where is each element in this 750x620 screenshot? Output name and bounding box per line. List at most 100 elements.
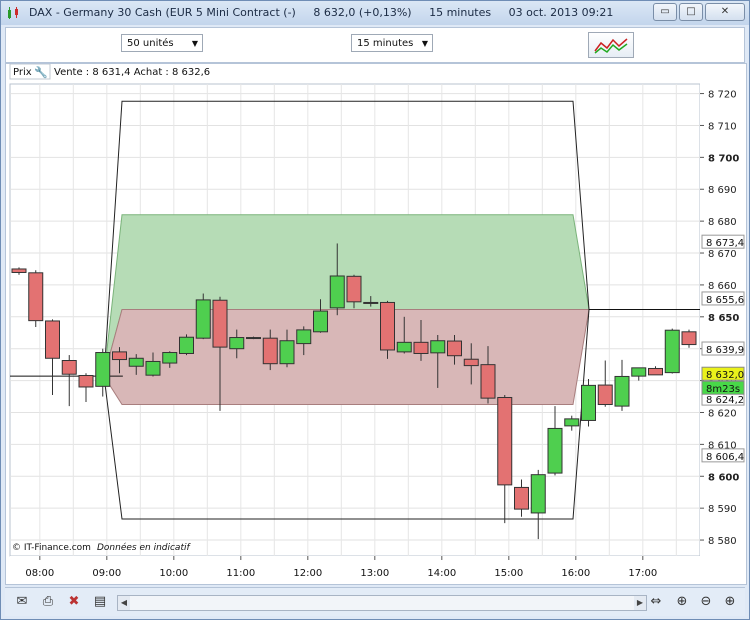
x-tick-label: 14:00: [427, 568, 456, 579]
prix-label: Prix: [13, 67, 32, 78]
disclaimer-text: Données en indicatif: [97, 542, 191, 553]
x-tick-label: 08:00: [25, 568, 54, 579]
candle-bullish[interactable]: [547, 427, 563, 474]
price-chart[interactable]: 8 720 8 710 8 700 8 690 8 680 8 670 8 660 8 650…: [6, 63, 746, 584]
x-tick-label: 17:00: [628, 568, 657, 579]
candle-bearish[interactable]: [112, 351, 127, 361]
chart-toolbar: 50 unités ▼ 15 minutes ▼: [5, 27, 745, 63]
candle-bearish[interactable]: [413, 341, 429, 354]
candle-bearish[interactable]: [28, 272, 44, 322]
delete-icon[interactable]: ✖: [65, 593, 83, 611]
zoom-reset-icon[interactable]: ⊕: [673, 593, 691, 611]
candle-bullish[interactable]: [195, 299, 211, 339]
candle-bullish[interactable]: [279, 340, 295, 365]
level-label: 8 673,4: [706, 238, 744, 249]
restore-button[interactable]: □: [679, 3, 703, 21]
candle-bearish[interactable]: [45, 320, 60, 359]
level-label: 8 606,4: [706, 452, 744, 463]
level-label: 8 639,9: [706, 345, 744, 356]
candle-bullish[interactable]: [363, 301, 379, 304]
y-tick-label: 8 720: [708, 90, 737, 101]
y-tick-label: 8 710: [708, 121, 737, 132]
candle-bullish[interactable]: [631, 367, 647, 377]
candle-bearish[interactable]: [480, 364, 496, 399]
fit-width-icon[interactable]: ⇔: [647, 593, 665, 611]
candle-bearish[interactable]: [61, 360, 77, 375]
y-tick-label: 8 620: [708, 408, 737, 419]
y-tick-label: 8 680: [708, 217, 737, 228]
indicators-button[interactable]: [588, 32, 634, 58]
zoom-in-icon[interactable]: ⊕: [721, 593, 739, 611]
y-tick-label: 8 700: [708, 153, 739, 164]
candle-bearish[interactable]: [262, 337, 278, 365]
y-tick-label: 8 600: [708, 472, 739, 483]
candle-bearish[interactable]: [681, 331, 697, 346]
current-price-label: 8 632,0: [706, 370, 744, 381]
candle-bearish[interactable]: [514, 486, 529, 510]
x-tick-label: 15:00: [494, 568, 523, 579]
export-icon[interactable]: ▤: [91, 593, 109, 611]
candle-bearish[interactable]: [246, 337, 261, 340]
app-chart-icon: [8, 7, 18, 19]
title-interval: 15 minutes: [429, 6, 492, 19]
window-title: DAX - Germany 30 Cash (EUR 5 Mini Contra…: [29, 6, 627, 19]
candle-bullish[interactable]: [296, 329, 312, 345]
candle-bullish[interactable]: [145, 360, 161, 376]
y-tick-label: 8 590: [708, 504, 737, 515]
y-tick-label: 8 690: [708, 185, 737, 196]
candle-bearish[interactable]: [648, 367, 663, 376]
close-button[interactable]: ✕: [705, 3, 745, 21]
x-tick-label: 09:00: [92, 568, 121, 579]
scroll-left-icon[interactable]: ◀: [118, 596, 130, 610]
chart-area[interactable]: 8 720 8 710 8 700 8 690 8 680 8 670 8 660 8 650…: [5, 63, 747, 585]
y-tick-label: 8 660: [708, 281, 737, 292]
candle-bullish[interactable]: [313, 310, 328, 333]
minimize-icon: ▭: [660, 6, 670, 17]
indicators-icon: [594, 38, 628, 54]
print-icon[interactable]: ⎙: [39, 593, 57, 611]
candle-timer-label: 8m23s: [706, 384, 740, 395]
wrench-icon[interactable]: 🔧: [34, 65, 48, 79]
email-icon[interactable]: ✉: [13, 593, 31, 611]
candle-bearish[interactable]: [463, 358, 479, 367]
units-select[interactable]: 50 unités ▼: [121, 34, 203, 52]
candle-bullish[interactable]: [396, 341, 412, 353]
y-tick-label: 8 650: [708, 313, 739, 324]
candle-bullish[interactable]: [128, 357, 144, 367]
title-datetime: 03 oct. 2013 09:21: [508, 6, 614, 19]
candle-bullish[interactable]: [95, 352, 111, 387]
candle-bearish[interactable]: [346, 275, 362, 303]
y-tick-label: 8 580: [708, 536, 737, 547]
title-bar: DAX - Germany 30 Cash (EUR 5 Mini Contra…: [1, 1, 749, 25]
candle-bullish[interactable]: [329, 275, 345, 309]
close-icon: ✕: [720, 6, 730, 17]
interval-select-value: 15 minutes: [357, 38, 414, 49]
candle-bullish[interactable]: [430, 340, 446, 354]
candle-bearish[interactable]: [380, 301, 395, 351]
candle-bearish[interactable]: [447, 340, 462, 357]
candle-bearish[interactable]: [78, 374, 94, 388]
candle-bullish[interactable]: [530, 474, 546, 514]
time-scrollbar[interactable]: ◀ ▶: [117, 595, 647, 611]
candle-bullish[interactable]: [162, 352, 178, 364]
candle-bearish[interactable]: [11, 268, 27, 273]
zoom-out-icon[interactable]: ⊖: [697, 593, 715, 611]
interval-select[interactable]: 15 minutes ▼: [351, 34, 433, 52]
minimize-button[interactable]: ▭: [653, 3, 677, 21]
chevron-down-icon: ▼: [191, 39, 198, 48]
candle-bearish[interactable]: [212, 299, 228, 348]
level-label: 8 624,2: [706, 395, 744, 406]
x-tick-label: 12:00: [293, 568, 322, 579]
candle-bullish[interactable]: [614, 375, 630, 407]
candle-bullish[interactable]: [664, 329, 680, 374]
candle-bullish[interactable]: [564, 418, 580, 427]
x-tick-label: 10:00: [159, 568, 188, 579]
title-price: 8 632,0 (+0,13%): [313, 6, 412, 19]
scroll-right-icon[interactable]: ▶: [634, 596, 646, 610]
candle-bullish[interactable]: [581, 384, 596, 421]
status-bar: ✉ ⎙ ✖ ▤ ◀ ▶ ⇔ ⊕ ⊖ ⊕: [5, 587, 745, 616]
candle-bullish[interactable]: [179, 336, 194, 354]
candle-bullish[interactable]: [229, 337, 245, 350]
candle-bearish[interactable]: [597, 384, 613, 406]
candle-bearish[interactable]: [497, 396, 513, 486]
